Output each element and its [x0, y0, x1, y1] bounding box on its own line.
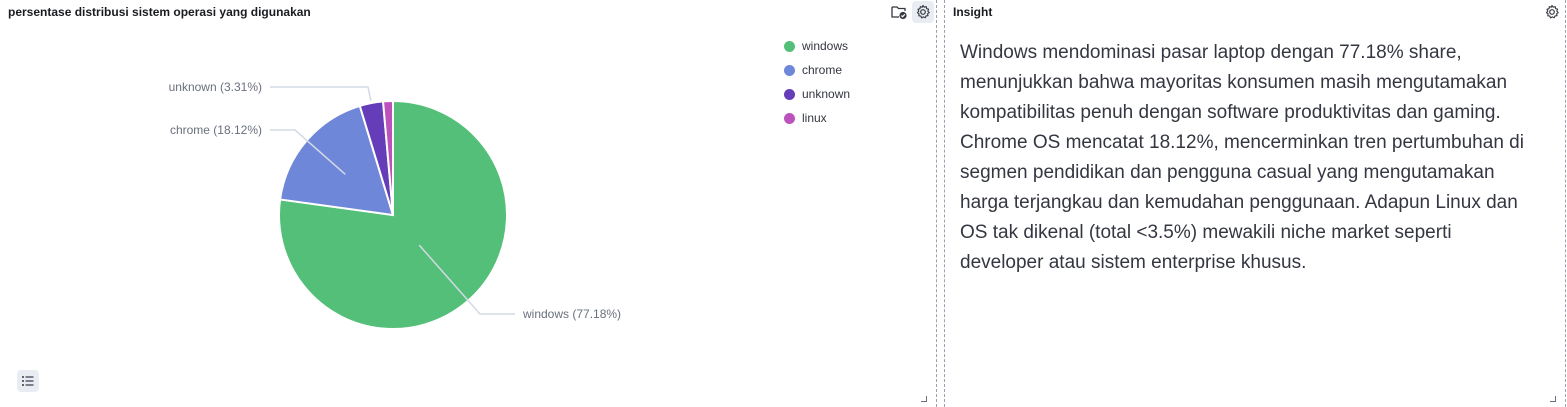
slice-label-chrome: chrome (18.12%) [170, 123, 262, 137]
legend-item-chrome[interactable]: chrome [784, 58, 850, 82]
resize-handle[interactable] [1550, 396, 1556, 402]
legend-swatch [784, 40, 795, 52]
legend-item-unknown[interactable]: unknown [784, 82, 850, 106]
list-icon [22, 376, 34, 386]
legend-swatch [784, 112, 795, 124]
gear-icon[interactable] [1541, 1, 1563, 23]
panel-divider [936, 0, 937, 407]
insight-panel: Insight Windows mendominasi pasar laptop… [945, 0, 1567, 407]
legend-label: chrome [802, 63, 843, 77]
chart-panel: persentase distribusi sistem operasi yan… [0, 0, 936, 407]
legend-swatch [784, 64, 795, 76]
slice-label-windows: windows (77.18%) [522, 307, 621, 321]
slice-label-unknown: unknown (3.31%) [169, 80, 262, 94]
insight-text: Windows mendominasi pasar laptop dengan … [960, 42, 1524, 273]
legend-item-linux[interactable]: linux [784, 106, 850, 130]
resize-handle[interactable] [921, 396, 927, 402]
label-leader-unknown [270, 86, 372, 101]
legend-label: linux [802, 111, 827, 125]
legend-swatch [784, 88, 795, 100]
chart-legend: windows chrome unknown linux [784, 34, 850, 130]
legend-label: windows [802, 39, 849, 53]
panel-divider [1565, 0, 1566, 407]
legend-toggle-button[interactable] [17, 370, 39, 392]
legend-label: unknown [802, 87, 851, 101]
panel-title: Insight [953, 5, 993, 19]
legend-item-windows[interactable]: windows [784, 34, 850, 58]
